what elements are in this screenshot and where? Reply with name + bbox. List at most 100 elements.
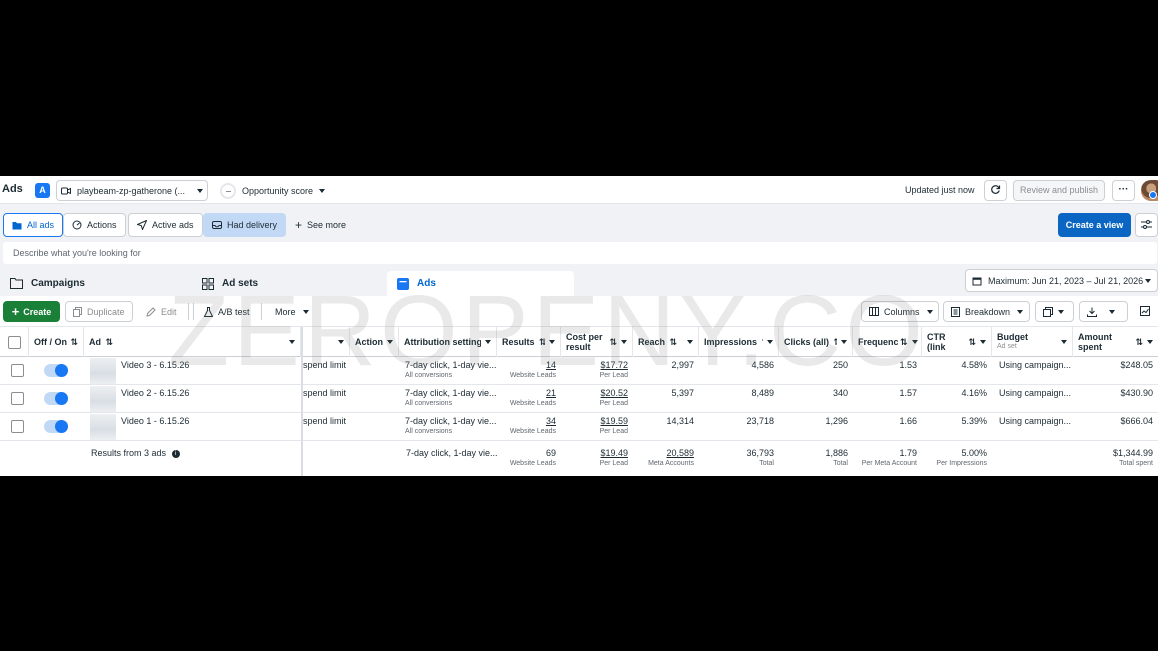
results-value[interactable]: 14 <box>546 360 556 370</box>
create-button[interactable]: + Create <box>3 301 60 322</box>
sliders-icon <box>1141 219 1152 231</box>
account-badge: A <box>35 183 50 198</box>
account-selector[interactable]: playbeam-zp-gatherone (... <box>56 180 208 201</box>
col-clicks-label: Clicks (all) <box>784 337 830 347</box>
cost-value[interactable]: $19.59 <box>600 416 628 426</box>
sort-icon: ⇅ <box>1135 336 1143 347</box>
ad-name[interactable]: Video 2 - 6.15.26 <box>116 385 301 413</box>
export-button[interactable] <box>1079 301 1128 322</box>
edit-button[interactable]: Edit <box>139 301 184 322</box>
table-toolbar: + Create Duplicate Edit A/B test More Co… <box>0 296 1158 327</box>
info-icon[interactable]: i <box>171 449 180 458</box>
filter-actions[interactable]: Actions <box>63 213 126 237</box>
chevron-down-icon <box>197 188 203 193</box>
delivery-toggle[interactable] <box>44 364 68 377</box>
col-budget[interactable]: Budget Ad set <box>992 327 1073 357</box>
col-clicks[interactable]: Clicks (all) ⇅ <box>779 327 853 357</box>
col-budget-label: Budget <box>997 332 1028 342</box>
col-impressions[interactable]: Impressions ⇅ <box>699 327 779 357</box>
delivery-toggle[interactable] <box>44 420 68 433</box>
totals-cost-value[interactable]: $19.49 <box>600 448 628 458</box>
tab-ad-sets[interactable]: Ad sets <box>192 271 268 296</box>
col-results[interactable]: Results ⇅ <box>497 327 561 357</box>
col-actions[interactable]: Actions <box>350 327 399 357</box>
col-ctr[interactable]: CTR (link click-... ⇅ <box>922 327 992 357</box>
search-bar <box>0 242 1158 269</box>
score-ring-icon <box>220 182 236 199</box>
col-budget-label-wrap: Budget Ad set <box>997 332 1057 352</box>
reports-button[interactable] <box>1035 301 1074 322</box>
attribution-value: 7-day click, 1-day vie... <box>405 416 497 426</box>
attribution-value: 7-day click, 1-day vie... <box>405 388 497 398</box>
totals-frequency: 1.79 Per Meta Account <box>853 445 922 473</box>
cost-value[interactable]: $20.52 <box>600 388 628 398</box>
gauge-icon <box>72 220 82 230</box>
chevron-down-icon <box>1109 309 1115 314</box>
cost-sub: Per Lead <box>599 428 628 435</box>
account-name: playbeam-zp-gatherone (... <box>77 185 186 196</box>
results-value[interactable]: 34 <box>546 416 556 426</box>
opportunity-label: Opportunity score <box>242 185 314 196</box>
amount-spent: $666.04 <box>1120 416 1153 426</box>
table-row[interactable]: Video 1 - 6.15.26 spend limit 7-day click,… <box>0 413 1158 441</box>
attribution-sub: All conversions <box>405 372 453 379</box>
sort-icon: ⇅ <box>539 337 545 347</box>
duplicate-button[interactable]: Duplicate <box>65 301 133 322</box>
expand-button[interactable] <box>1133 301 1158 322</box>
col-cost-per-result[interactable]: Cost per result ⇅ <box>561 327 633 357</box>
more-options-button[interactable]: ··· <box>1112 180 1135 201</box>
ab-test-button[interactable]: A/B test <box>197 301 257 322</box>
filter-had-delivery[interactable]: Had delivery <box>203 213 287 237</box>
col-ctr-label: CTR (link click-... <box>927 332 946 352</box>
refresh-button[interactable] <box>984 180 1007 201</box>
col-ad[interactable]: Ad ⇅ <box>84 327 301 357</box>
row-checkbox[interactable] <box>11 420 24 433</box>
sort-icon: ⇅ <box>70 336 78 347</box>
ad-thumbnail[interactable] <box>90 414 116 440</box>
filter-active-ads[interactable]: Active ads <box>128 213 203 237</box>
totals-reach-value[interactable]: 20,589 <box>666 448 694 458</box>
divider <box>188 303 189 320</box>
col-reach[interactable]: Reach ⇅ <box>633 327 699 357</box>
opportunity-score[interactable]: Opportunity score <box>220 180 326 201</box>
col-off-on[interactable]: Off / On ⇅ <box>29 327 84 357</box>
impressions: 8,489 <box>751 388 774 398</box>
ad-name[interactable]: Video 1 - 6.15.26 <box>116 413 301 441</box>
col-attribution[interactable]: Attribution setting <box>399 327 497 357</box>
tab-campaigns[interactable]: Campaigns <box>0 271 95 296</box>
totals-clicks-value: 1,886 <box>825 448 848 458</box>
row-checkbox[interactable] <box>11 392 24 405</box>
table-row[interactable]: Video 2 - 6.15.26 spend limit 7-day click,… <box>0 385 1158 413</box>
review-and-publish-button[interactable]: Review and publish <box>1013 180 1105 201</box>
results: 14 Website Leads <box>497 357 561 385</box>
more-actions-button[interactable]: More <box>268 301 316 322</box>
select-all-checkbox[interactable] <box>7 335 21 349</box>
breakdown-button[interactable]: Breakdown <box>943 301 1030 322</box>
results-value[interactable]: 21 <box>546 388 556 398</box>
delivery-toggle[interactable] <box>44 392 68 405</box>
filter-all-ads[interactable]: All ads <box>3 213 64 237</box>
totals-spent-value: $1,344.99 <box>1112 448 1153 458</box>
columns-button[interactable]: Columns <box>861 301 939 322</box>
row-checkbox[interactable] <box>11 364 24 377</box>
see-more-button[interactable]: + See more <box>287 213 354 237</box>
chevron-down-icon <box>767 340 773 344</box>
ad-thumbnail[interactable] <box>90 386 116 412</box>
col-bid[interactable] <box>303 327 350 357</box>
col-frequency[interactable]: Frequency ⇅ <box>853 327 922 357</box>
impressions: 4,586 <box>751 360 774 370</box>
cost-per-result: $19.59 Per Lead <box>561 413 633 441</box>
ad-name[interactable]: Video 3 - 6.15.26 <box>116 357 301 385</box>
search-input[interactable] <box>3 242 1157 264</box>
totals-frequency-sub: Per Meta Account <box>861 460 917 467</box>
avatar[interactable] <box>1141 180 1158 201</box>
table-row[interactable]: Video 3 - 6.15.26 spend limit 7-day click,… <box>0 357 1158 385</box>
create-view-button[interactable]: Create a view <box>1058 213 1131 237</box>
cost-value[interactable]: $17.72 <box>600 360 628 370</box>
view-settings-button[interactable] <box>1135 213 1158 237</box>
sort-icon: ⇅ <box>669 337 678 347</box>
date-range-picker[interactable]: Maximum: Jun 21, 2023 – Jul 21, 2026 <box>965 269 1158 292</box>
tab-ads[interactable]: Ads <box>387 271 574 296</box>
col-amount-spent[interactable]: Amount spent ⇅ <box>1073 327 1158 357</box>
ad-thumbnail[interactable] <box>90 358 116 384</box>
